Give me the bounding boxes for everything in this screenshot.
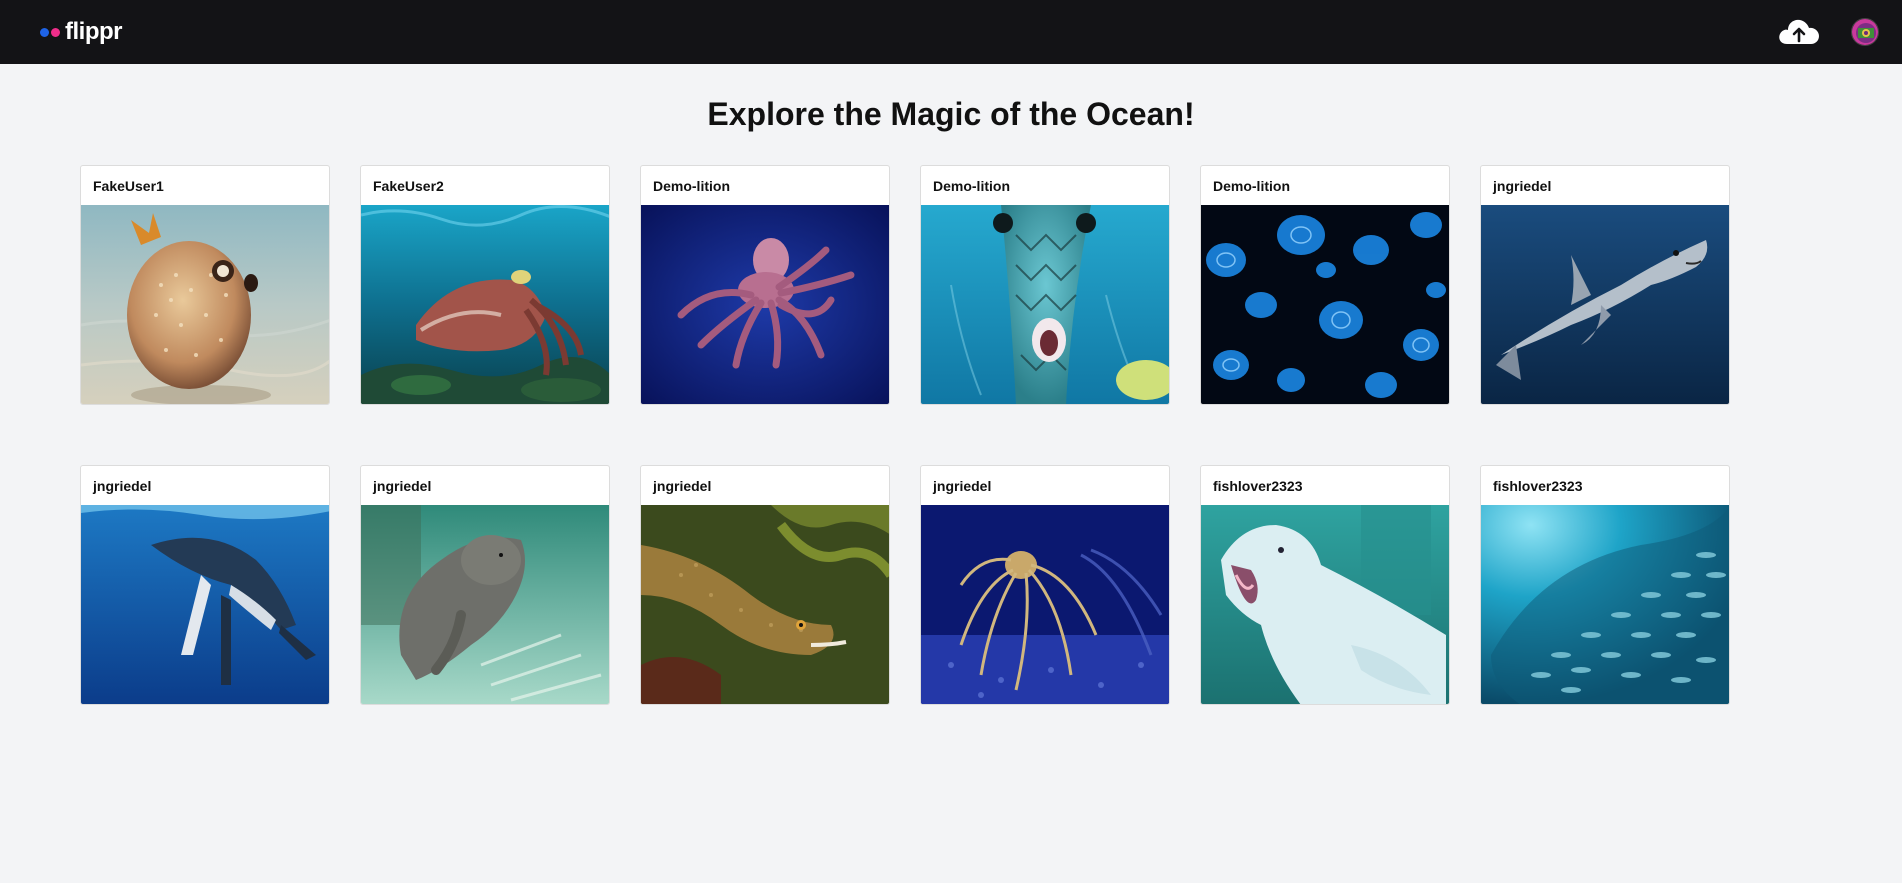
cloud-upload-icon (1779, 19, 1819, 44)
post-username: fishlover2323 (1213, 478, 1303, 494)
post-card[interactable]: Demo-lition (640, 165, 890, 405)
post-card[interactable]: jngriedel (80, 465, 330, 705)
post-username: jngriedel (373, 478, 432, 494)
post-card[interactable]: Demo-lition (1200, 165, 1450, 405)
post-username: Demo-lition (653, 178, 730, 194)
top-navbar: flippr (0, 0, 1902, 64)
post-image-octopus (641, 205, 889, 404)
post-image-pufferfish (81, 205, 329, 404)
post-card[interactable]: FakeUser2 (360, 165, 610, 405)
post-username: jngriedel (1493, 178, 1552, 194)
post-image-spider-crab (921, 505, 1169, 704)
flippr-logo[interactable]: flippr (40, 18, 123, 46)
post-image-boxfish (921, 205, 1169, 404)
post-card[interactable]: jngriedel (640, 465, 890, 705)
post-card[interactable]: fishlover2323 (1200, 465, 1450, 705)
post-image-cuttlefish (361, 205, 609, 404)
user-avatar[interactable] (1851, 18, 1879, 46)
post-card[interactable]: jngriedel (920, 465, 1170, 705)
post-username: FakeUser2 (373, 178, 444, 194)
post-image-humpback-whale (81, 505, 329, 704)
post-image-manatee (361, 505, 609, 704)
post-username: Demo-lition (1213, 178, 1290, 194)
post-image-shark (1481, 205, 1729, 404)
post-card[interactable]: jngriedel (1480, 165, 1730, 405)
upload-button[interactable] (1776, 14, 1822, 50)
page-title: Explore the Magic of the Ocean! (707, 96, 1195, 132)
post-card[interactable]: Demo-lition (920, 165, 1170, 405)
post-username: jngriedel (653, 478, 712, 494)
post-image-jellyfish (1201, 205, 1449, 404)
post-card[interactable]: fishlover2323 (1480, 465, 1730, 705)
post-card[interactable]: FakeUser1 (80, 165, 330, 405)
post-username: jngriedel (93, 478, 152, 494)
post-grid: FakeUser1 FakeUser2 Demo-lition Demo-lit… (80, 165, 1730, 705)
logo-dots-icon (40, 27, 62, 37)
logo-wordmark: flippr (65, 18, 123, 45)
post-username: FakeUser1 (93, 178, 164, 194)
post-image-beluga-whale (1201, 505, 1449, 704)
post-username: Demo-lition (933, 178, 1010, 194)
post-card[interactable]: jngriedel (360, 465, 610, 705)
post-username: jngriedel (933, 478, 992, 494)
post-image-fish-school (1481, 505, 1729, 704)
post-username: fishlover2323 (1493, 478, 1583, 494)
avatar-image (1852, 19, 1878, 45)
post-image-moray-eel (641, 505, 889, 704)
